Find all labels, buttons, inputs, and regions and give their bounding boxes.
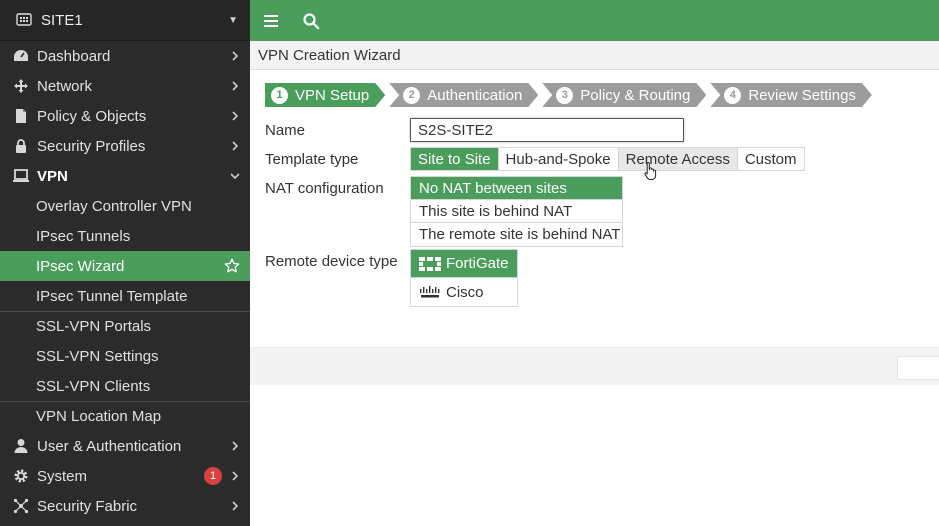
sidebar-item-ssl-vpn-settings[interactable]: SSL-VPN Settings	[0, 341, 250, 371]
nav-label: Dashboard	[37, 47, 111, 65]
laptop-icon	[12, 168, 30, 184]
nav-policy-objects[interactable]: Policy & Objects	[0, 101, 250, 131]
template-remote-access[interactable]: Remote Access	[618, 148, 738, 170]
chevron-right-icon	[232, 111, 239, 121]
step-label: Review Settings	[748, 86, 856, 104]
nav-system[interactable]: System 1	[0, 461, 250, 491]
fortinet-logo-icon	[419, 256, 441, 271]
sub-label: IPsec Wizard	[36, 257, 125, 275]
wizard-footer	[250, 347, 939, 385]
step-label: Policy & Routing	[580, 86, 691, 104]
nat-configuration-label: NAT configuration	[265, 180, 384, 197]
remote-device-type-label: Remote device type	[265, 253, 398, 270]
caret-down-icon: ▼	[228, 14, 238, 26]
nav-label: Security Fabric	[37, 497, 138, 515]
sub-label: SSL-VPN Clients	[36, 377, 151, 395]
step-number: 1	[271, 87, 288, 104]
device-option-fortigate[interactable]: FortiGate	[411, 250, 517, 278]
sidebar-item-ipsec-wizard[interactable]: IPsec Wizard	[0, 251, 250, 281]
chevron-right-icon	[232, 81, 239, 91]
network-icon	[12, 78, 30, 94]
name-label: Name	[265, 122, 306, 139]
main-content: VPN Creation Wizard 1 VPN Setup 2 Authen…	[250, 41, 939, 526]
template-hub-and-spoke[interactable]: Hub-and-Spoke	[498, 148, 619, 170]
name-input[interactable]	[410, 118, 684, 142]
nat-configuration-selector: No NAT between sites This site is behind…	[410, 176, 623, 247]
remote-device-type-selector: FortiGate Cisco	[410, 249, 518, 307]
policy-icon	[12, 108, 30, 124]
back-button[interactable]	[897, 356, 939, 380]
nav-security-profiles[interactable]: Security Profiles	[0, 131, 250, 161]
sidebar-item-ipsec-tunnels[interactable]: IPsec Tunnels	[0, 221, 250, 251]
sidebar-item-vpn-location-map[interactable]: VPN Location Map	[0, 401, 250, 431]
nav-security-fabric[interactable]: Security Fabric	[0, 491, 250, 521]
nav-label: System	[37, 467, 88, 485]
step-number: 4	[724, 87, 741, 104]
nat-option-no-nat[interactable]: No NAT between sites	[411, 177, 622, 200]
top-bar	[250, 0, 939, 41]
nav-label: Network	[37, 77, 93, 95]
nav-label: Policy & Objects	[37, 107, 147, 125]
template-type-selector: Site to Site Hub-and-Spoke Remote Access…	[410, 147, 805, 171]
nav-label: Security Profiles	[37, 137, 146, 155]
chevron-right-icon	[232, 441, 239, 451]
gear-icon	[12, 468, 30, 484]
template-site-to-site[interactable]: Site to Site	[411, 148, 499, 170]
sub-label: VPN Location Map	[36, 408, 162, 425]
page-title: VPN Creation Wizard	[250, 41, 939, 70]
sidebar: SITE1 ▼ Dashboard Network Policy & Objec…	[0, 0, 250, 526]
fortigate-device-icon	[16, 13, 32, 26]
step-number: 2	[403, 87, 420, 104]
nav-label: User & Authentication	[37, 437, 182, 455]
sidebar-item-ssl-vpn-clients[interactable]: SSL-VPN Clients	[0, 371, 250, 401]
sub-label: IPsec Tunnel Template	[36, 287, 188, 305]
step-label: Authentication	[427, 86, 523, 104]
step-policy-routing[interactable]: 3 Policy & Routing	[542, 83, 706, 107]
sub-label: SSL-VPN Portals	[36, 318, 152, 335]
device-option-cisco[interactable]: Cisco	[411, 278, 517, 306]
device-selector[interactable]: SITE1 ▼	[0, 0, 250, 41]
fabric-icon	[12, 498, 30, 514]
chevron-right-icon	[232, 471, 239, 481]
chevron-right-icon	[232, 501, 239, 511]
notification-badge: 1	[204, 467, 222, 485]
nat-option-remote-site-behind-nat[interactable]: The remote site is behind NAT	[411, 223, 622, 246]
nav-label: VPN	[37, 167, 68, 185]
template-type-label: Template type	[265, 151, 359, 168]
user-icon	[12, 438, 30, 454]
nat-option-this-site-behind-nat[interactable]: This site is behind NAT	[411, 200, 622, 223]
nav-network[interactable]: Network	[0, 71, 250, 101]
chevron-down-icon	[230, 173, 240, 180]
chevron-right-icon	[232, 51, 239, 61]
star-icon[interactable]	[224, 258, 240, 274]
lock-icon	[12, 138, 30, 154]
sidebar-item-overlay-controller-vpn[interactable]: Overlay Controller VPN	[0, 191, 250, 221]
dashboard-icon	[12, 48, 30, 64]
step-number: 3	[556, 87, 573, 104]
sidebar-item-ssl-vpn-portals[interactable]: SSL-VPN Portals	[0, 311, 250, 341]
hand-pointer-cursor-icon	[644, 161, 657, 180]
sub-label: IPsec Tunnels	[36, 227, 131, 245]
step-authentication[interactable]: 2 Authentication	[389, 83, 538, 107]
hamburger-menu-icon[interactable]	[262, 12, 280, 30]
wizard-steps: 1 VPN Setup 2 Authentication 3 Policy & …	[265, 83, 876, 107]
chevron-right-icon	[232, 141, 239, 151]
template-custom[interactable]: Custom	[737, 148, 804, 170]
sub-label: Overlay Controller VPN	[36, 197, 192, 215]
nav-user-authentication[interactable]: User & Authentication	[0, 431, 250, 461]
sidebar-item-ipsec-tunnel-template[interactable]: IPsec Tunnel Template	[0, 281, 250, 311]
nav-dashboard[interactable]: Dashboard	[0, 41, 250, 71]
step-vpn-setup[interactable]: 1 VPN Setup	[265, 83, 385, 107]
device-label-cisco: Cisco	[446, 283, 484, 301]
sub-label: SSL-VPN Settings	[36, 347, 159, 365]
step-label: VPN Setup	[295, 86, 370, 104]
nav-vpn[interactable]: VPN	[0, 161, 250, 191]
step-review-settings[interactable]: 4 Review Settings	[710, 83, 872, 107]
device-name: SITE1	[41, 11, 83, 29]
cisco-logo-icon	[420, 286, 440, 298]
device-label-fortigate: FortiGate	[446, 255, 509, 272]
search-icon[interactable]	[302, 12, 320, 30]
